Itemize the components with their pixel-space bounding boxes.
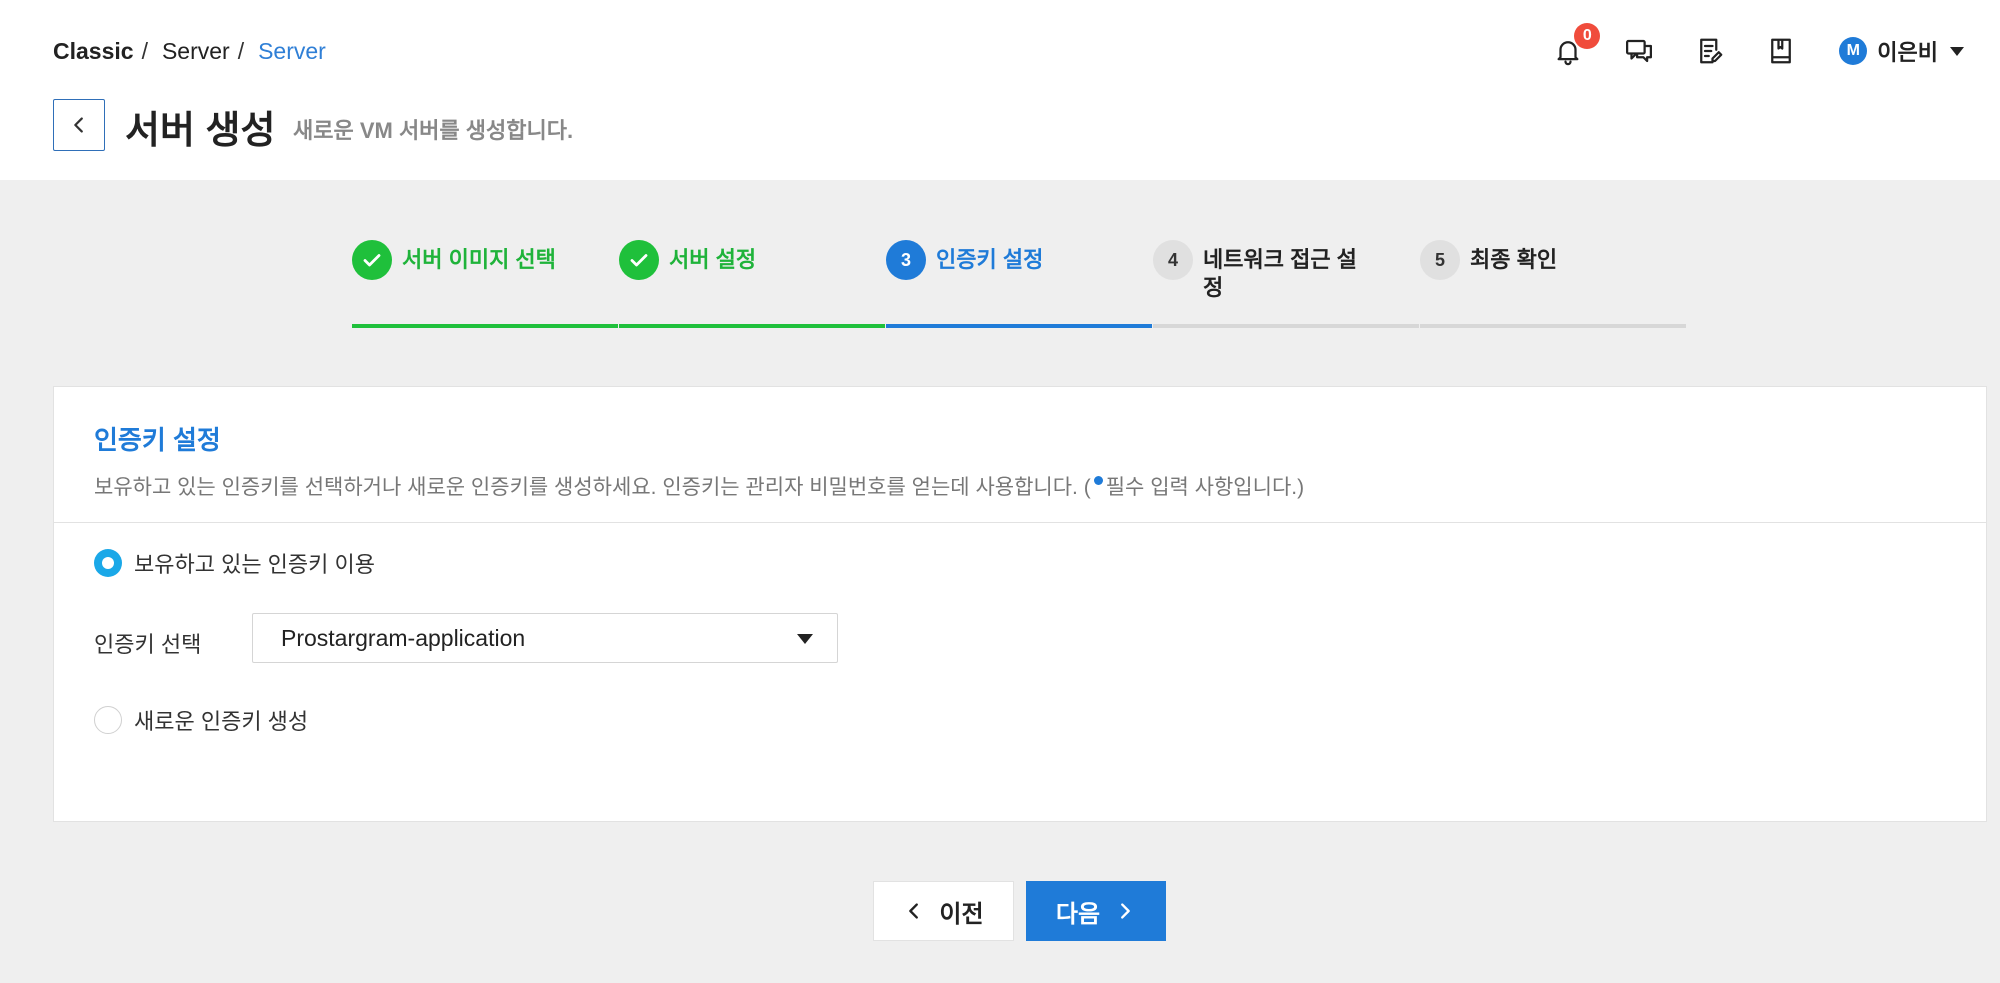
- auth-key-card: 인증키 설정 보유하고 있는 인증키를 선택하거나 새로운 인증키를 생성하세요…: [53, 386, 1987, 822]
- description-text: 보유하고 있는 인증키를 선택하거나 새로운 인증키를 생성하세요. 인증키는 …: [94, 476, 1091, 499]
- radio-button-checked[interactable]: [94, 549, 122, 577]
- step-progress-line: [352, 324, 618, 328]
- step-progress: 서버 이미지 선택 서버 설정 3 인증키 설정 4 네트워크 접근 설정 5 …: [352, 238, 1688, 328]
- top-header: Classic / Server / Server 0 M 이은비 서버 생성 …: [0, 0, 2000, 180]
- step-auth-key: 3 인증키 설정: [886, 238, 1152, 328]
- notepad-button[interactable]: [1692, 33, 1728, 69]
- chevron-left-icon: [74, 117, 83, 133]
- avatar: M: [1839, 37, 1868, 65]
- breadcrumb-server[interactable]: Server: [162, 38, 230, 65]
- step-label: 인증키 설정: [936, 247, 1044, 272]
- manual-button[interactable]: [1763, 33, 1799, 69]
- card-title: 인증키 설정: [94, 425, 221, 455]
- step-number: 5: [1420, 240, 1460, 280]
- step-final-review: 5 최종 확인: [1420, 238, 1686, 328]
- step-number: 4: [1153, 240, 1193, 280]
- previous-button-label: 이전: [939, 900, 984, 928]
- step-label: 서버 이미지 선택: [402, 247, 556, 272]
- step-complete-check: [352, 240, 392, 280]
- card-header: 인증키 설정 보유하고 있는 인증키를 선택하거나 새로운 인증키를 생성하세요…: [54, 387, 1986, 523]
- breadcrumb: Classic / Server / Server: [53, 38, 334, 65]
- breadcrumb-current-server[interactable]: Server: [258, 38, 326, 65]
- caret-down-icon: [797, 634, 813, 644]
- notification-button[interactable]: 0: [1550, 23, 1601, 69]
- next-button[interactable]: 다음: [1026, 881, 1166, 941]
- book-icon: [1771, 38, 1792, 64]
- step-label: 최종 확인: [1470, 247, 1558, 272]
- chevron-left-icon: [909, 903, 919, 919]
- previous-button[interactable]: 이전: [873, 881, 1014, 941]
- user-menu[interactable]: M 이은비: [1839, 35, 1964, 67]
- breadcrumb-separator: /: [141, 38, 148, 64]
- breadcrumb-separator: /: [237, 38, 245, 64]
- step-complete-check: [619, 240, 659, 280]
- page-title: 서버 생성: [125, 110, 276, 152]
- chat-button[interactable]: [1621, 33, 1657, 69]
- back-button[interactable]: [53, 99, 105, 151]
- step-label: 네트워크 접근 설정: [1203, 247, 1357, 300]
- required-note: 필수 입력 사항입니다.): [1105, 476, 1305, 499]
- notepad-icon: [1700, 38, 1723, 64]
- header-actions: 0 M 이은비: [1515, 23, 1964, 74]
- step-progress-line: [1153, 324, 1419, 328]
- card-description: 보유하고 있는 인증키를 선택하거나 새로운 인증키를 생성하세요. 인증키는 …: [94, 471, 1946, 501]
- chat-icon: [1626, 39, 1653, 63]
- check-icon: [363, 254, 381, 267]
- step-server-image: 서버 이미지 선택: [352, 238, 618, 328]
- step-progress-line: [1420, 324, 1686, 328]
- chevron-down-icon: [1950, 46, 1964, 56]
- check-icon: [630, 254, 648, 267]
- radio-dot: [102, 557, 114, 569]
- auth-key-select-label: 인증키 선택: [94, 632, 202, 657]
- step-progress-line: [886, 324, 1152, 328]
- page-subtitle: 새로운 VM 서버를 생성합니다.: [293, 118, 574, 143]
- radio-label: 보유하고 있는 인증키 이용: [134, 552, 375, 577]
- notification-badge: 0: [1574, 23, 1601, 49]
- step-network-access: 4 네트워크 접근 설정: [1153, 238, 1419, 328]
- radio-existing-key[interactable]: 보유하고 있는 인증키 이용: [94, 547, 375, 579]
- chevron-right-icon: [1121, 903, 1130, 919]
- step-label: 서버 설정: [669, 247, 757, 272]
- step-progress-line: [619, 324, 885, 328]
- radio-label: 새로운 인증키 생성: [134, 709, 309, 734]
- radio-new-key[interactable]: 새로운 인증키 생성: [94, 704, 308, 736]
- step-number: 3: [886, 240, 926, 280]
- auth-key-select[interactable]: Prostargram-application: [252, 613, 838, 663]
- radio-button-unchecked[interactable]: [94, 706, 122, 734]
- required-dot-icon: [1093, 475, 1103, 485]
- select-value: Prostargram-application: [281, 624, 526, 651]
- user-name: 이은비: [1877, 40, 1938, 65]
- next-button-label: 다음: [1055, 900, 1101, 928]
- step-server-settings: 서버 설정: [619, 238, 885, 328]
- breadcrumb-classic[interactable]: Classic: [53, 38, 134, 65]
